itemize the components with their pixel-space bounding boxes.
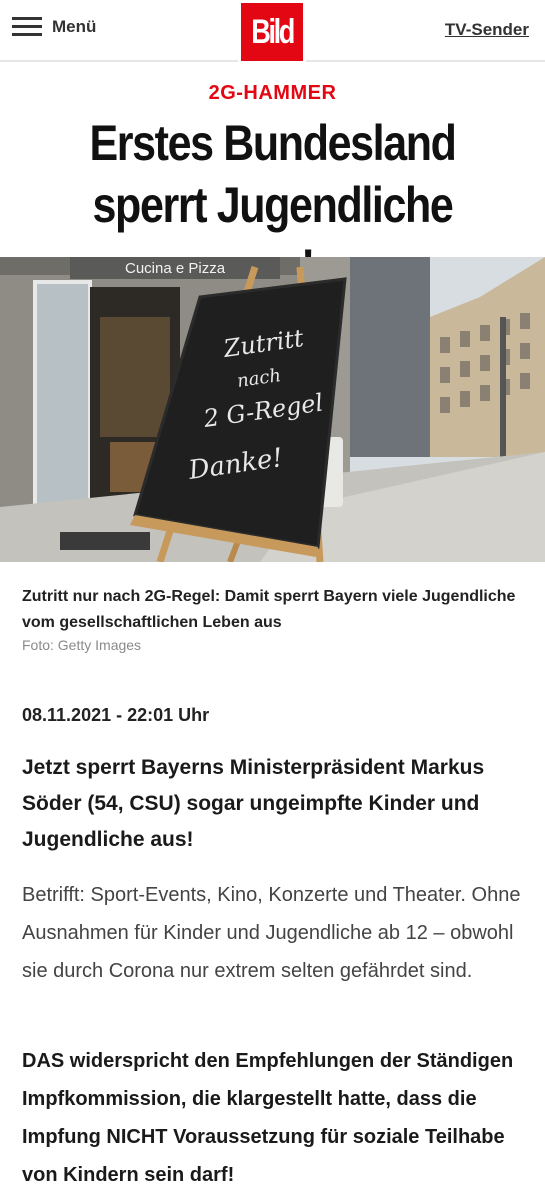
article-kicker: 2G-HAMMER — [208, 82, 337, 104]
shop-sign-text: Cucina e Pizza — [125, 260, 226, 277]
tv-sender-link[interactable]: TV-Sender — [445, 20, 529, 40]
photo-credit: Foto: Getty Images — [22, 637, 142, 653]
bild-logo[interactable]: Bild — [238, 0, 306, 64]
top-navigation-bar: Menü Bild TV-Sender — [0, 0, 545, 64]
article-paragraph-1: Betrifft: Sport-Events, Kino, Konzerte u… — [22, 884, 521, 982]
photo-illustration: Cucina e Pizza Zutritt nach 2 G-Regel Da… — [0, 257, 545, 562]
logo-text[interactable]: Bild — [251, 13, 295, 52]
article-date: 08.11.2021 - 22:01 Uhr — [22, 705, 210, 725]
article-paragraph-2: DAS widerspricht den Empfehlungen der St… — [22, 1050, 514, 1186]
menu-button[interactable]: Menü — [12, 16, 96, 38]
article-lead: Jetzt sperrt Bayerns Ministerpräsident M… — [22, 756, 485, 851]
photo-caption: Zutritt nur nach 2G-Regel: Damit sperrt … — [22, 588, 516, 631]
article-photo[interactable]: Cucina e Pizza Zutritt nach 2 G-Regel Da… — [0, 257, 545, 562]
menu-label[interactable]: Menü — [52, 17, 96, 37]
hamburger-icon[interactable] — [12, 16, 42, 38]
